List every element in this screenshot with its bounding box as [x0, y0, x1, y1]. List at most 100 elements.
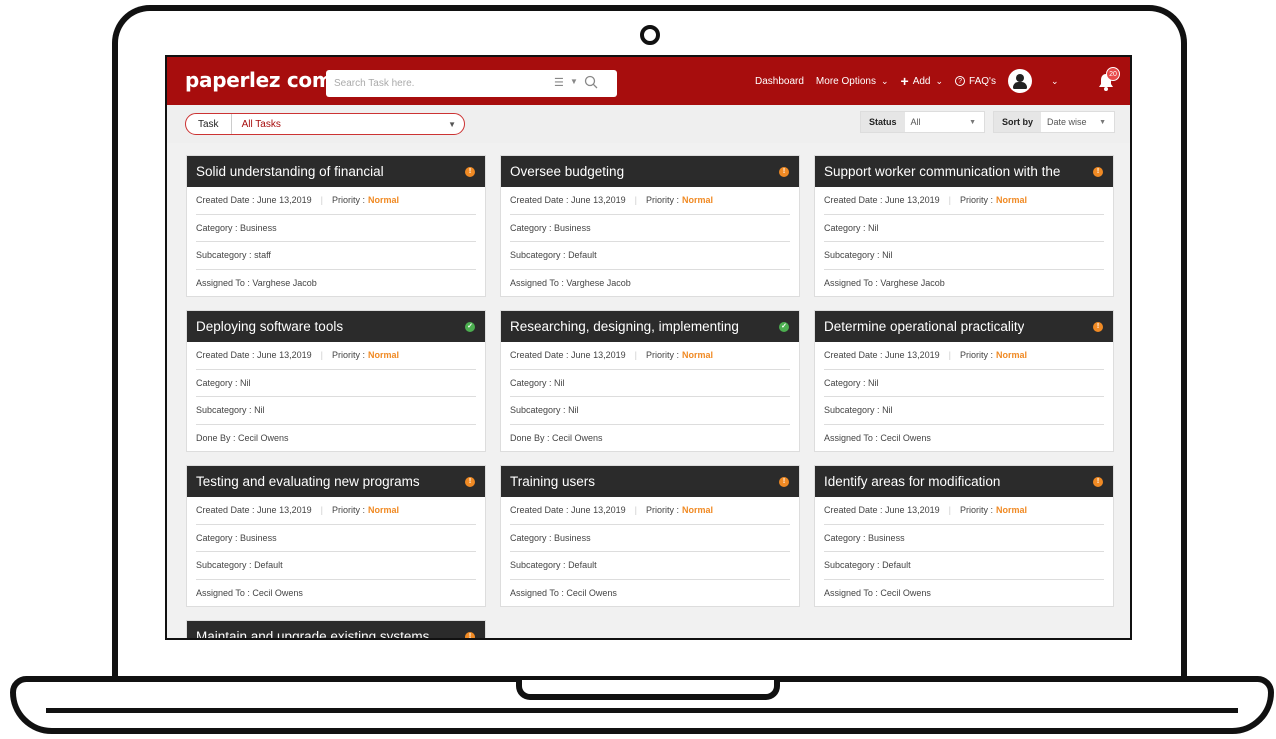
subcategory-value: Default: [254, 560, 283, 571]
task-filter-select[interactable]: Task All Tasks ▼: [185, 113, 465, 135]
task-person-row: Assigned To : Varghese Jacob: [510, 270, 790, 298]
person-value: Cecil Owens: [552, 433, 603, 444]
priority-label: Priority :: [331, 195, 365, 206]
task-card[interactable]: Identify areas for modification ! Create…: [814, 465, 1114, 607]
subcategory-label: Subcategory :: [510, 560, 566, 571]
category-value: Business: [554, 222, 591, 233]
task-category-row: Category : Nil: [824, 370, 1104, 397]
subcategory-label: Subcategory :: [824, 560, 880, 571]
task-meta-row: Created Date : June 13,2019 | Priority :…: [824, 497, 1104, 525]
pending-status-icon: !: [1093, 322, 1103, 332]
pending-status-icon: !: [465, 477, 475, 487]
task-card[interactable]: Deploying software tools ✓ Created Date …: [186, 310, 486, 452]
task-subcategory-row: Subcategory : staff: [196, 242, 476, 270]
nav-menu: Dashboard More Options ⌄ + Add ⌄ ? FAQ's…: [755, 57, 1071, 105]
priority-label: Priority :: [645, 350, 679, 361]
priority-value: Normal: [681, 505, 713, 516]
user-head-icon: [1015, 74, 1024, 82]
task-person-row: Assigned To : Cecil Owens: [824, 425, 1104, 453]
category-value: Nil: [868, 377, 879, 388]
sort-select[interactable]: Sort by Date wise ▼: [993, 111, 1115, 133]
created-date-value: June 13,2019: [885, 505, 940, 516]
created-date-value: June 13,2019: [257, 350, 312, 361]
chevron-down-icon: ▼: [1099, 118, 1106, 126]
person-value: Cecil Owens: [880, 588, 931, 599]
avatar[interactable]: [1007, 69, 1032, 93]
task-meta-row: Created Date : June 13,2019 | Priority :…: [510, 497, 790, 525]
task-category-row: Category : Business: [510, 215, 790, 242]
created-date-label: Created Date :: [824, 505, 883, 516]
task-meta-row: Created Date : June 13,2019 | Priority :…: [824, 342, 1104, 370]
task-meta-row: Created Date : June 13,2019 | Priority :…: [824, 187, 1104, 215]
separator: |: [948, 350, 951, 361]
category-label: Category :: [824, 532, 866, 543]
task-subcategory-row: Subcategory : Default: [824, 552, 1104, 580]
pending-status-icon: !: [1093, 167, 1103, 177]
created-date-label: Created Date :: [510, 505, 569, 516]
task-meta-row: Created Date : June 13,2019 | Priority :…: [196, 497, 476, 525]
priority-value: Normal: [367, 350, 399, 361]
task-category-row: Category : Nil: [510, 370, 790, 397]
laptop-notch: [516, 680, 780, 700]
task-filter-label: Task: [186, 114, 232, 134]
task-card[interactable]: Support worker communication with the ! …: [814, 155, 1114, 297]
task-person-row: Assigned To : Varghese Jacob: [824, 270, 1104, 298]
plus-icon: +: [900, 73, 909, 89]
nav-faqs[interactable]: ? FAQ's: [955, 76, 996, 87]
task-card[interactable]: Determine operational practicality ! Cre…: [814, 310, 1114, 452]
subcategory-value: Nil: [254, 405, 265, 416]
task-subcategory-row: Subcategory : Default: [196, 552, 476, 580]
notification-badge: 20: [1106, 67, 1120, 81]
task-card-header: Identify areas for modification !: [815, 466, 1113, 497]
separator: |: [634, 505, 637, 516]
task-title: Determine operational practicality: [824, 319, 1025, 334]
task-card[interactable]: Solid understanding of financial ! Creat…: [186, 155, 486, 297]
app-screen: paperlez com ☰ ▼ Dashboard More Options …: [165, 55, 1132, 640]
subcategory-value: Default: [568, 560, 597, 571]
help-icon: ?: [955, 76, 966, 86]
chevron-down-icon: ⌄: [880, 75, 889, 86]
person-label: Assigned To :: [824, 278, 878, 289]
created-date-label: Created Date :: [510, 350, 569, 361]
nav-add[interactable]: + Add ⌄: [901, 73, 944, 89]
task-card[interactable]: Oversee budgeting ! Created Date : June …: [500, 155, 800, 297]
created-date-value: June 13,2019: [571, 350, 626, 361]
task-card[interactable]: Maintain and upgrade existing systems !: [186, 620, 486, 638]
status-filter-select[interactable]: Status All ▼: [860, 111, 985, 133]
search-input[interactable]: [334, 76, 544, 91]
task-card[interactable]: Training users ! Created Date : June 13,…: [500, 465, 800, 607]
search-icon[interactable]: [584, 75, 598, 89]
task-person-row: Assigned To : Cecil Owens: [510, 580, 790, 608]
subcategory-label: Subcategory :: [196, 405, 252, 416]
task-card[interactable]: Testing and evaluating new programs ! Cr…: [186, 465, 486, 607]
person-label: Assigned To :: [196, 588, 250, 599]
category-label: Category :: [196, 222, 238, 233]
created-date-value: June 13,2019: [571, 195, 626, 206]
task-card-header: Maintain and upgrade existing systems !: [187, 621, 485, 638]
task-card[interactable]: Researching, designing, implementing ✓ C…: [500, 310, 800, 452]
chevron-down-icon[interactable]: ▼: [570, 77, 578, 86]
subcategory-value: Default: [882, 560, 911, 571]
created-date-label: Created Date :: [196, 350, 255, 361]
category-value: Business: [868, 532, 905, 543]
task-person-row: Assigned To : Cecil Owens: [196, 580, 476, 608]
created-date-value: June 13,2019: [257, 505, 312, 516]
person-value: Varghese Jacob: [252, 278, 317, 289]
task-person-row: Done By : Cecil Owens: [196, 425, 476, 453]
priority-value: Normal: [367, 195, 399, 206]
created-date-value: June 13,2019: [257, 195, 312, 206]
task-meta-row: Created Date : June 13,2019 | Priority :…: [510, 342, 790, 370]
task-filter-value: All Tasks: [241, 118, 281, 130]
avatar-menu-chevron-icon[interactable]: ⌄: [1046, 76, 1059, 87]
priority-label: Priority :: [959, 350, 993, 361]
nav-dashboard[interactable]: Dashboard: [755, 76, 804, 87]
priority-label: Priority :: [331, 505, 365, 516]
priority-value: Normal: [681, 350, 713, 361]
subcategory-value: Default: [568, 250, 597, 261]
nav-more-options[interactable]: More Options ⌄: [816, 76, 889, 87]
filter-sliders-icon[interactable]: ☰: [554, 76, 564, 89]
app-logo[interactable]: paperlez com: [185, 68, 333, 92]
status-filter-value: All: [910, 117, 921, 127]
task-subcategory-row: Subcategory : Nil: [196, 397, 476, 425]
created-date-value: June 13,2019: [885, 350, 940, 361]
